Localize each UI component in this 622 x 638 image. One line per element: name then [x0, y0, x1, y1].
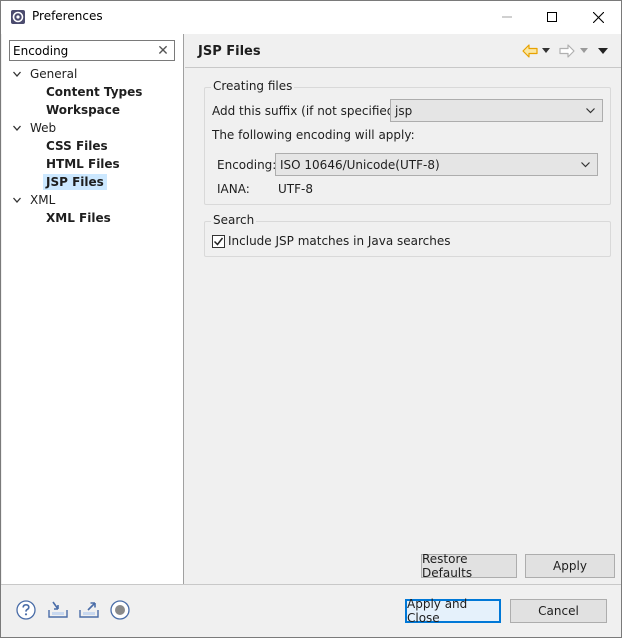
cancel-button[interactable]: Cancel	[510, 599, 607, 623]
minimize-button[interactable]	[484, 1, 530, 33]
tree-item-workspace[interactable]: Workspace	[46, 101, 120, 119]
chevron-down-icon[interactable]	[12, 123, 22, 133]
window-title: Preferences	[32, 9, 103, 23]
import-icon[interactable]	[47, 600, 69, 620]
chevron-down-icon[interactable]	[12, 195, 22, 205]
checkmark-icon	[213, 237, 224, 246]
preference-tree-pane: Encoding ✕ General Content Types Workspa…	[2, 34, 184, 584]
export-icon[interactable]	[78, 600, 100, 620]
maximize-button[interactable]	[529, 1, 575, 33]
filter-input-value: Encoding	[13, 43, 69, 58]
apply-button[interactable]: Apply	[525, 554, 615, 578]
encoding-intro-text: The following encoding will apply:	[212, 128, 415, 142]
tree-item-label: XML	[30, 193, 56, 207]
page-header: JSP Files	[185, 34, 621, 68]
suffix-label: Add this suffix (if not specified):	[212, 104, 404, 118]
dialog-button-bar: Apply and Close Cancel	[1, 585, 621, 637]
title-bar: Preferences	[1, 1, 621, 34]
back-menu-chevron-icon[interactable]	[539, 42, 553, 60]
help-icon[interactable]	[16, 600, 36, 620]
restore-defaults-button[interactable]: Restore Defaults	[421, 552, 517, 580]
tree-item-label: XML Files	[46, 211, 111, 225]
tree-item-html-files[interactable]: HTML Files	[46, 155, 120, 173]
record-icon[interactable]	[110, 600, 130, 620]
iana-label: IANA:	[217, 182, 250, 196]
encoding-combo[interactable]: ISO 10646/Unicode(UTF-8)	[275, 153, 598, 176]
preferences-window: Preferences Encoding ✕ General Content T…	[0, 0, 622, 638]
forward-arrow-icon[interactable]	[557, 42, 577, 60]
tree-item-label: CSS Files	[46, 139, 108, 153]
forward-menu-chevron-icon[interactable]	[577, 42, 591, 60]
preference-page: JSP Files Creating files Add this suffix…	[185, 34, 621, 584]
page-navigation	[521, 42, 611, 60]
close-button[interactable]	[575, 1, 621, 33]
clear-filter-icon[interactable]: ✕	[155, 42, 171, 59]
tree-item-general[interactable]: General	[12, 65, 77, 83]
search-group: Search Include JSP matches in Java searc…	[204, 213, 611, 257]
tree-item-label: Workspace	[46, 103, 121, 117]
chevron-down-icon	[586, 108, 595, 114]
group-title: Search	[211, 213, 257, 227]
tree-item-web[interactable]: Web	[12, 119, 56, 137]
tree-item-label: Web	[30, 121, 57, 135]
tree-item-label: JSP Files	[43, 174, 107, 190]
view-menu-icon[interactable]	[595, 42, 611, 60]
group-title: Creating files	[211, 79, 295, 93]
tree-item-label: HTML Files	[46, 157, 120, 171]
tree-item-jsp-files[interactable]: JSP Files	[43, 173, 107, 191]
tree-item-xml[interactable]: XML	[12, 191, 55, 209]
tree-item-xml-files[interactable]: XML Files	[46, 209, 111, 227]
filter-input[interactable]: Encoding ✕	[9, 40, 175, 61]
tree-item-label: General	[30, 67, 78, 81]
iana-value: UTF-8	[278, 182, 313, 196]
encoding-label: Encoding:	[217, 158, 277, 172]
encoding-value: ISO 10646/Unicode(UTF-8)	[280, 157, 440, 172]
include-jsp-checkbox[interactable]	[212, 235, 225, 248]
chevron-down-icon[interactable]	[12, 69, 22, 79]
eclipse-gear-icon	[10, 9, 26, 25]
page-title: JSP Files	[198, 44, 261, 59]
suffix-combo[interactable]: jsp	[390, 99, 603, 122]
tree-item-content-types[interactable]: Content Types	[46, 83, 142, 101]
back-arrow-icon[interactable]	[521, 42, 539, 60]
apply-and-close-button[interactable]: Apply and Close	[405, 597, 501, 625]
chevron-down-icon	[581, 162, 590, 168]
suffix-value: jsp	[395, 103, 413, 118]
tree-item-css-files[interactable]: CSS Files	[46, 137, 108, 155]
creating-files-group: Creating files Add this suffix (if not s…	[204, 79, 611, 205]
tree-item-label: Content Types	[46, 85, 143, 99]
include-jsp-label[interactable]: Include JSP matches in Java searches	[228, 234, 451, 248]
